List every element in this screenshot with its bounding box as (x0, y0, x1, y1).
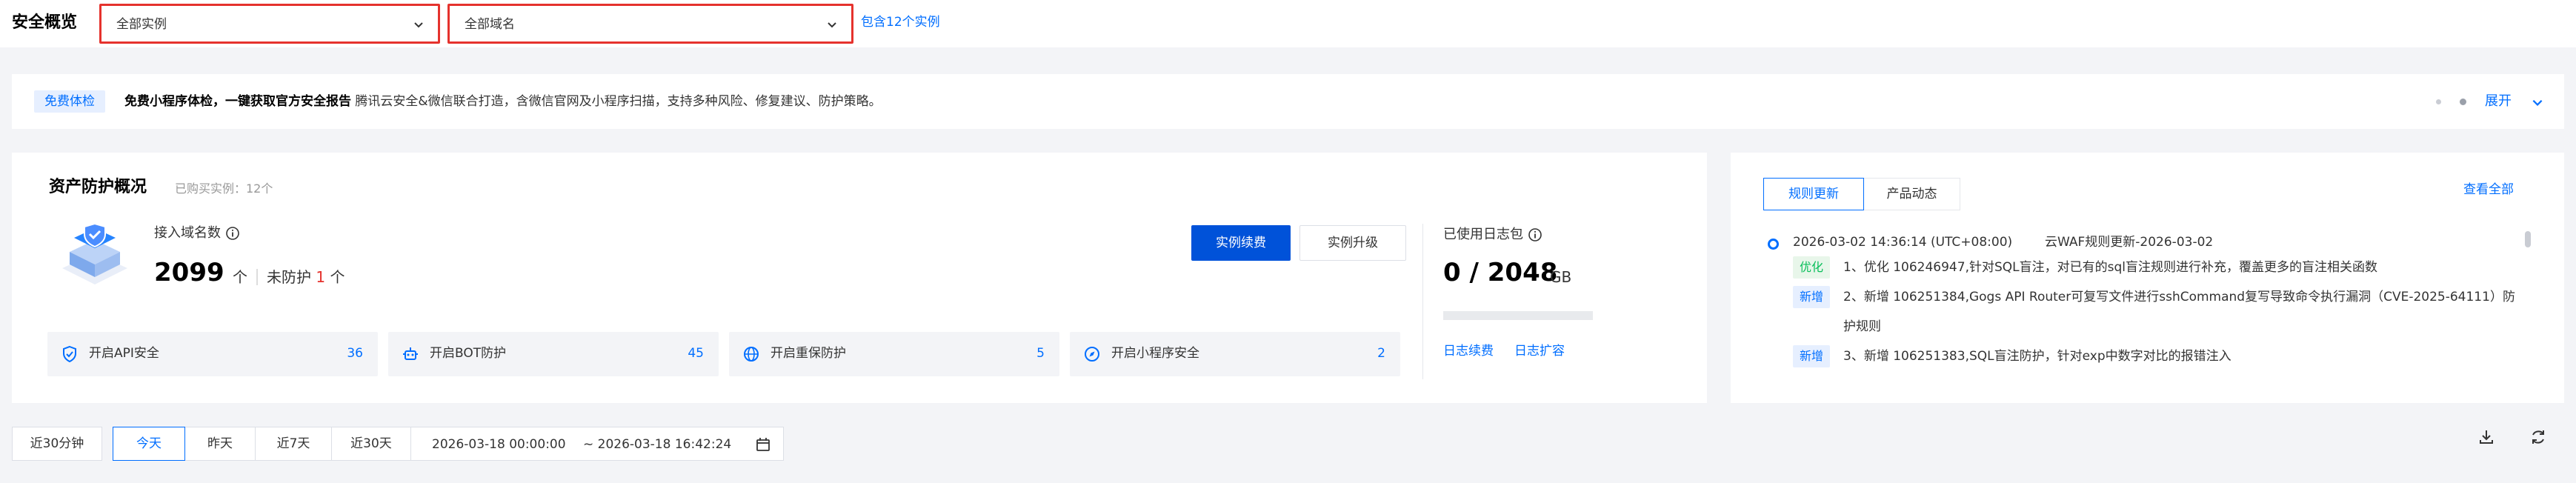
globe-icon (742, 345, 760, 363)
shield-icon (61, 345, 79, 363)
carousel-dot-active[interactable] (2460, 99, 2466, 105)
robot-icon (402, 345, 419, 363)
domain-select[interactable]: 全部域名 (447, 4, 853, 44)
purchased-instances: 已购买实例：12个 (175, 181, 273, 196)
rule-item: 3、新增 106251383,SQL盲注防护，针对exp中数字对比的报错注入 (1843, 349, 2231, 364)
date-range-picker[interactable]: 2026-03-18 00:00:00 ~ 2026-03-18 16:42:2… (410, 427, 784, 461)
unprotected-count: 未防护 1 个 (267, 268, 345, 286)
time-option-yesterday[interactable]: 昨天 (184, 427, 256, 461)
rule-item: 2、新增 106251384,Gogs API Router可复写文件进行ssh… (1843, 290, 2515, 334)
api-security-count[interactable]: 36 (347, 344, 363, 362)
bot-protection-count[interactable]: 45 (688, 344, 704, 362)
divider (256, 269, 258, 285)
tag-optimize: 优化 (1793, 256, 1831, 279)
free-check-banner: 免费体检 免费小程序体检，一键获取官方安全报告 腾讯云安全&微信联合打造，含微信… (12, 74, 2564, 129)
domain-count-unit: 个 (233, 268, 247, 286)
log-usage-value: 0 / 2048 (1443, 258, 1558, 287)
free-check-badge: 免费体检 (34, 90, 105, 113)
vip-protection-count[interactable]: 5 (1036, 344, 1045, 362)
asset-card-title: 资产防护概况 (49, 178, 147, 196)
instance-select[interactable]: 全部实例 (99, 4, 440, 44)
upgrade-instance-button[interactable]: 实例升级 (1299, 225, 1406, 261)
time-option-30days[interactable]: 近30天 (331, 427, 411, 461)
range-end: ~ 2026-03-18 16:42:24 (583, 437, 732, 452)
timeline-dot (1768, 239, 1779, 250)
expand-button[interactable]: 展开 (2485, 92, 2512, 111)
log-usage-unit: GB (1550, 268, 1572, 286)
tab-rule-updates[interactable]: 规则更新 (1763, 178, 1864, 210)
banner-description: 腾讯云安全&微信联合打造，含微信官网及小程序扫描，支持多种风险、修复建议、防护策… (355, 94, 882, 109)
instance-select-value: 全部实例 (116, 17, 167, 32)
top-bar: 安全概览 全部实例 全部域名 包含12个实例 (0, 0, 2576, 47)
feature-vip-protection[interactable]: 开启重保防护 5 (729, 332, 1059, 376)
chevron-down-icon[interactable] (2531, 96, 2544, 109)
server-illustration-icon (56, 224, 133, 293)
divider (1422, 224, 1423, 379)
instance-count-link[interactable]: 包含12个实例 (861, 13, 940, 31)
feature-bot-protection[interactable]: 开启BOT防护 45 (388, 332, 719, 376)
carousel-dot[interactable] (2436, 99, 2441, 104)
feature-api-security[interactable]: 开启API安全 36 (47, 332, 378, 376)
domain-select-value: 全部域名 (465, 17, 515, 32)
scrollbar[interactable] (2525, 231, 2531, 247)
time-option-7days[interactable]: 近7天 (255, 427, 332, 461)
asset-protection-card: 资产防护概况 已购买实例：12个 接入域名数 2099 个 未防护 1 个 实例… (12, 153, 1707, 403)
time-option-today[interactable]: 今天 (113, 427, 185, 461)
rule-entry-date: 2026-03-02 14:36:14 (UTC+08:00) (1793, 235, 2013, 250)
banner-message: 免费小程序体检，一键获取官方安全报告 腾讯云安全&微信联合打造，含微信官网及小程… (124, 92, 882, 111)
info-circle-icon[interactable] (1528, 227, 1542, 242)
tab-product-news[interactable]: 产品动态 (1864, 178, 1960, 210)
range-start: 2026-03-18 00:00:00 (432, 437, 566, 452)
info-circle-icon[interactable] (225, 226, 240, 241)
unprotected-value[interactable]: 1 (316, 268, 325, 286)
calendar-icon[interactable] (755, 436, 771, 453)
banner-headline[interactable]: 免费小程序体检，一键获取官方安全报告 (124, 94, 351, 109)
tag-new: 新增 (1793, 286, 1831, 308)
rules-update-card: 规则更新 产品动态 查看全部 2026-03-02 14:36:14 (UTC+… (1731, 153, 2564, 403)
feature-miniprogram-security[interactable]: 开启小程序安全 2 (1070, 332, 1400, 376)
log-package-label: 已使用日志包 (1443, 225, 1542, 244)
log-usage-progress (1443, 311, 1593, 320)
rule-entry-heading[interactable]: 云WAF规则更新-2026-03-02 (2045, 233, 2213, 252)
tag-new: 新增 (1793, 345, 1831, 367)
domain-count-value: 2099 (154, 258, 224, 287)
compass-icon (1083, 345, 1101, 363)
page-title: 安全概览 (12, 13, 78, 32)
miniprogram-security-count[interactable]: 2 (1377, 344, 1385, 362)
chevron-down-icon (826, 19, 838, 30)
log-renew-link[interactable]: 日志续费 (1443, 342, 1494, 360)
download-icon[interactable] (2477, 428, 2495, 446)
log-expand-link[interactable]: 日志扩容 (1514, 342, 1565, 360)
renew-instance-button[interactable]: 实例续费 (1191, 225, 1291, 261)
time-option-30min[interactable]: 近30分钟 (12, 427, 102, 461)
chevron-down-icon (413, 19, 425, 30)
view-all-link[interactable]: 查看全部 (2463, 181, 2514, 199)
refresh-icon[interactable] (2529, 428, 2547, 446)
domain-count-label: 接入域名数 (154, 224, 240, 243)
rule-item: 1、优化 106246947,针对SQL盲注，对已有的sql盲注规则进行补充，覆… (1843, 260, 2377, 275)
